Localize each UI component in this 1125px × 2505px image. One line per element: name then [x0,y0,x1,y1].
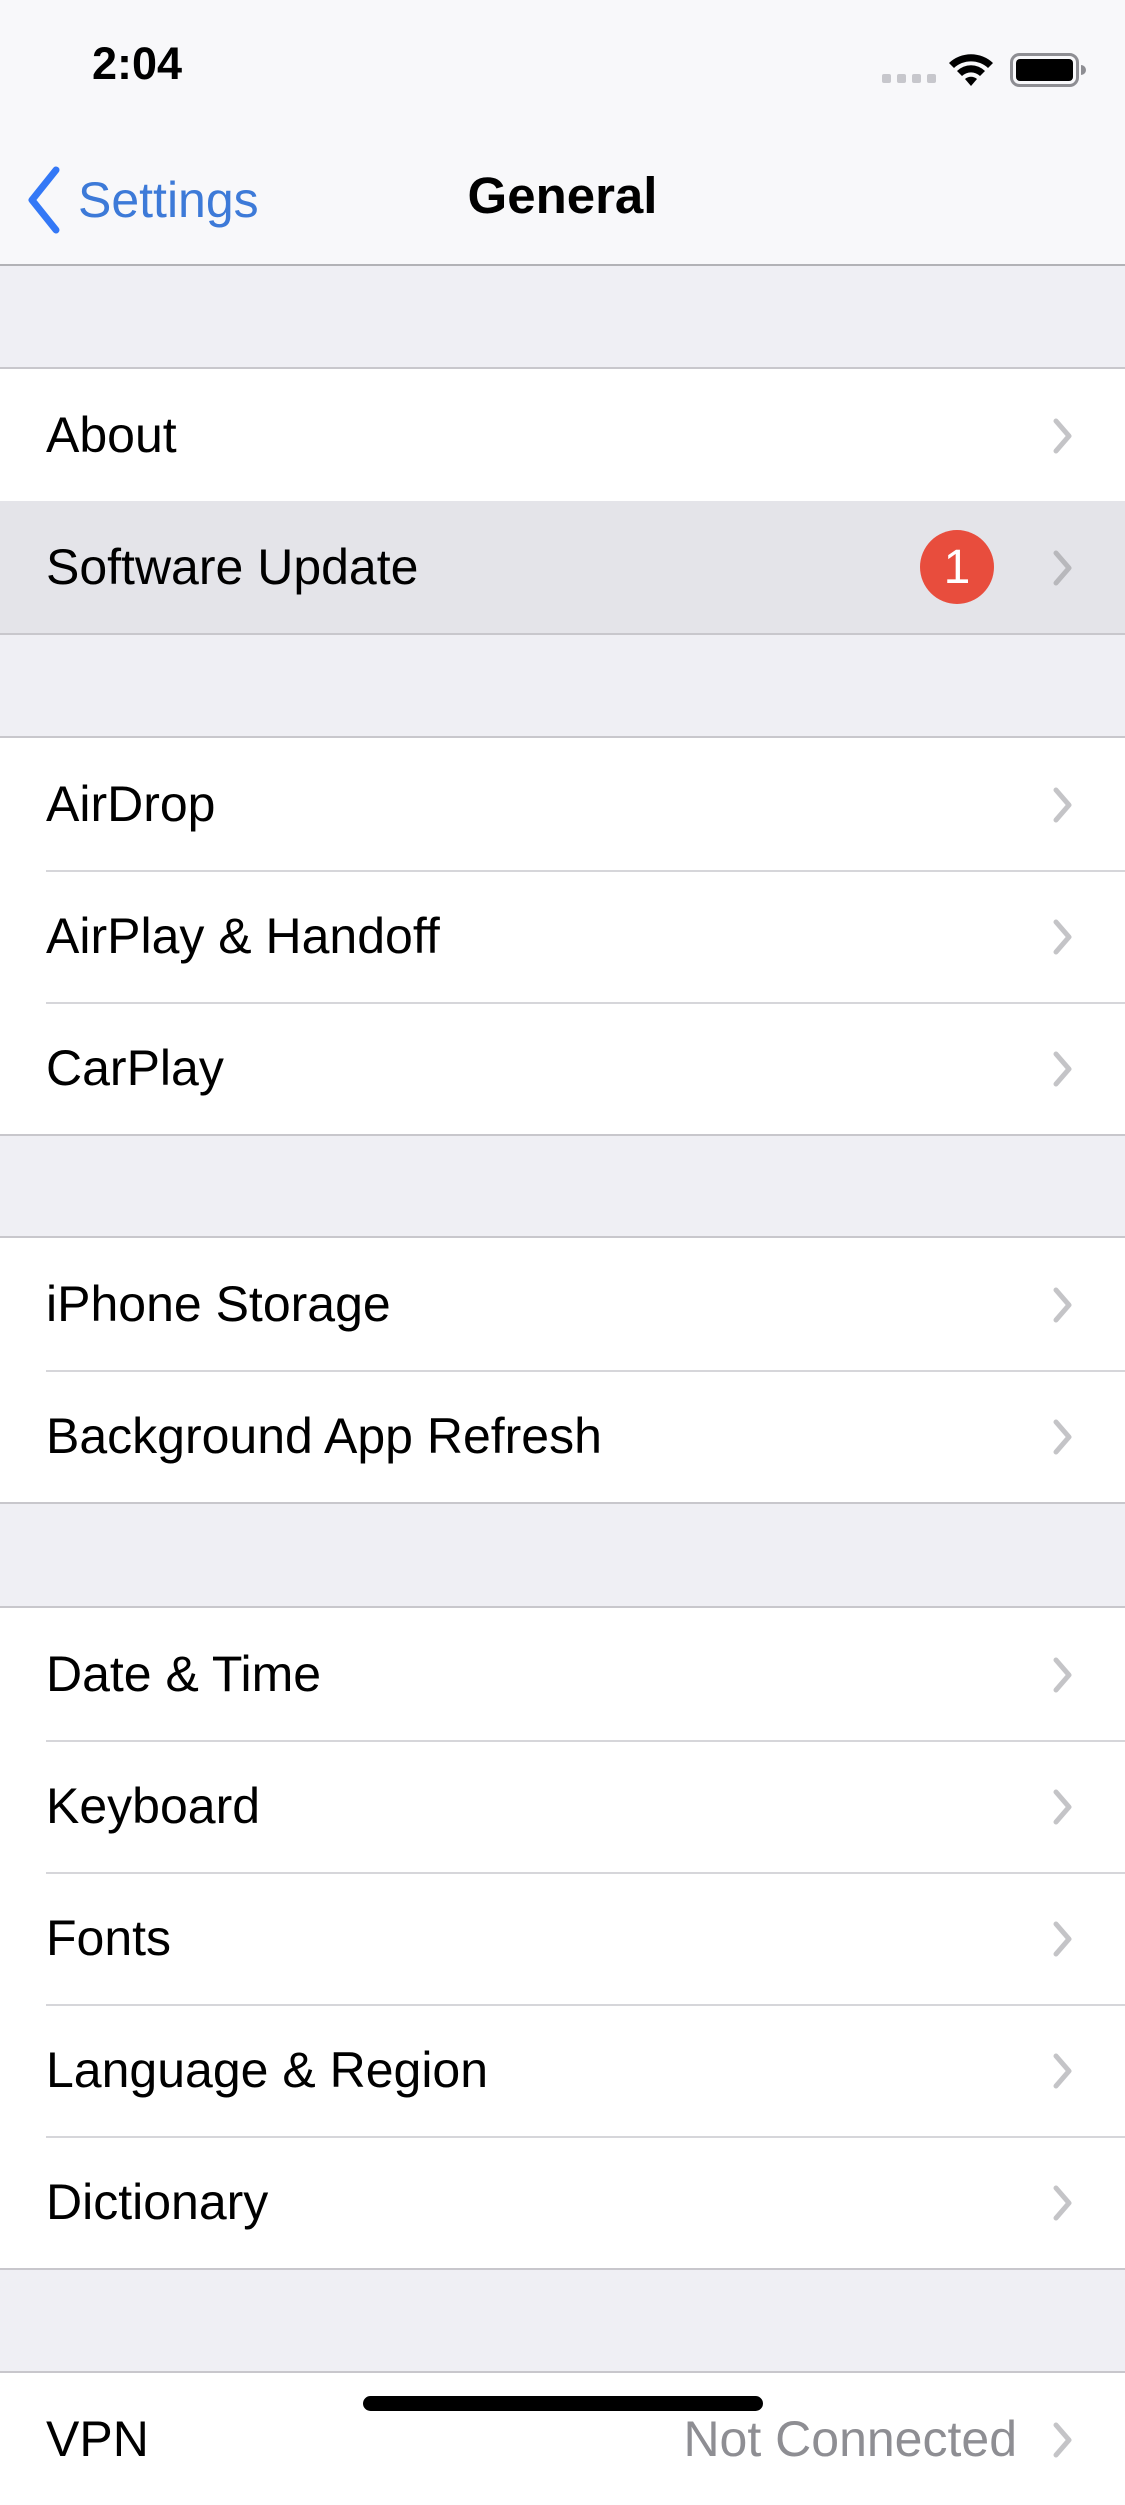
chevron-right-icon [1053,1789,1072,1825]
section-connectivity: AirDrop AirPlay & Handoff CarPlay [0,736,1125,1136]
row-label: Language & Region [46,2042,489,2098]
home-indicator[interactable] [363,2396,763,2411]
row-label: iPhone Storage [46,1276,391,1332]
chevron-right-icon [1053,919,1072,955]
chevron-right-icon [1053,1921,1072,1957]
status-time: 2:04 [92,38,183,89]
list-item-fonts[interactable]: Fonts [0,1872,1125,2004]
section-storage: iPhone Storage Background App Refresh [0,1236,1125,1504]
list-item-vpn[interactable]: VPN Not Connected [0,2373,1125,2505]
chevron-right-icon [1053,1051,1072,1087]
chevron-right-icon [1053,2422,1072,2458]
list-item-dictionary[interactable]: Dictionary [0,2136,1125,2268]
chevron-right-icon [1053,2185,1072,2221]
row-label: Keyboard [46,1778,261,1834]
chevron-right-icon [1053,418,1072,454]
chevron-right-icon [1053,1419,1072,1455]
chevron-right-icon [1053,1287,1072,1323]
row-label: CarPlay [46,1040,224,1096]
list-item-background-app-refresh[interactable]: Background App Refresh [0,1370,1125,1502]
notification-badge: 1 [920,530,994,604]
battery-icon [1010,53,1086,87]
list-item-airplay-handoff[interactable]: AirPlay & Handoff [0,870,1125,1002]
row-label: Dictionary [46,2174,269,2230]
chevron-right-icon [1053,550,1072,586]
cellular-signal-icon [882,74,936,83]
list-item-iphone-storage[interactable]: iPhone Storage [0,1238,1125,1370]
section-vpn: VPN Not Connected [0,2371,1125,2505]
row-label: Software Update [46,539,419,595]
list-item-carplay[interactable]: CarPlay [0,1002,1125,1134]
row-label: Date & Time [46,1646,322,1702]
list-item-airdrop[interactable]: AirDrop [0,738,1125,870]
list-item-about[interactable]: About [0,369,1125,501]
row-label: VPN [46,2411,149,2467]
row-label: About [46,407,177,463]
row-label: AirPlay & Handoff [46,908,440,964]
wifi-icon [949,54,993,86]
chevron-right-icon [1053,787,1072,823]
chevron-right-icon [1053,1657,1072,1693]
navigation-bar: 2:04 Settings General [0,0,1125,266]
row-label: Background App Refresh [46,1408,602,1464]
page-title: General [467,167,658,224]
list-item-keyboard[interactable]: Keyboard [0,1740,1125,1872]
row-label: Fonts [46,1910,172,1966]
section-locale: Date & Time Keyboard Fonts Language & Re… [0,1606,1125,2270]
row-label: AirDrop [46,776,216,832]
vpn-status-value: Not Connected [683,2411,1017,2467]
list-item-date-time[interactable]: Date & Time [0,1608,1125,1740]
list-item-language-region[interactable]: Language & Region [0,2004,1125,2136]
chevron-right-icon [1053,2053,1072,2089]
